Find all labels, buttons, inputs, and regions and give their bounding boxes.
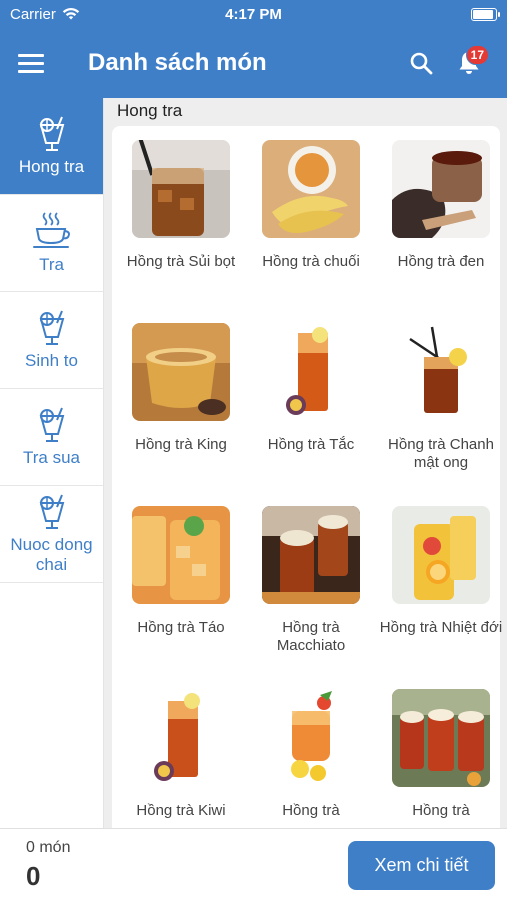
- search-icon: [410, 52, 433, 75]
- category-sidebar: Hong tra Tra Sinh to Tra sua Nuoc dong c…: [0, 98, 104, 828]
- sidebar-item-tra[interactable]: Tra: [0, 195, 103, 292]
- wifi-icon: [62, 8, 80, 20]
- bottom-bar: 0 món 0 Xem chi tiết: [0, 828, 507, 900]
- search-button[interactable]: [401, 43, 441, 83]
- product-image: [132, 689, 230, 787]
- product-item[interactable]: Hồng trà Kiwi: [116, 689, 246, 828]
- page-title: Danh sách món: [88, 49, 267, 76]
- product-item[interactable]: Hồng trà chuối: [246, 140, 376, 323]
- order-count-value: 0: [26, 861, 41, 891]
- product-item[interactable]: Hồng trà đen: [376, 140, 506, 323]
- product-image: [262, 323, 360, 421]
- product-name: Hồng trà: [282, 802, 340, 819]
- sidebar-item-label: Tra sua: [22, 448, 80, 467]
- product-name: Hồng trà Tắc: [267, 436, 355, 453]
- product-name: Hồng trà Táo: [137, 619, 225, 636]
- drink-icon: [39, 310, 64, 345]
- product-grid-card: Hồng trà Sủi bọt Hồng trà chuối Hồng trà…: [112, 126, 502, 828]
- status-left: Carrier: [10, 6, 80, 23]
- hamburger-icon: [18, 53, 44, 57]
- drink-icon: [39, 494, 64, 529]
- product-item[interactable]: Hồng trà Chanh mật ong: [376, 323, 506, 506]
- product-image: [392, 323, 490, 421]
- product-item[interactable]: Hồng trà King: [116, 323, 246, 506]
- product-name: Hồng trà đen: [397, 253, 485, 270]
- product-item[interactable]: Hồng trà: [376, 689, 506, 828]
- carrier-label: Carrier: [10, 5, 56, 23]
- sidebar-item-hong-tra[interactable]: Hong tra: [0, 98, 103, 195]
- product-image: [392, 689, 490, 787]
- product-item[interactable]: Hồng trà Tắc: [246, 323, 376, 506]
- product-image: [392, 140, 490, 238]
- product-image: [132, 506, 230, 604]
- product-grid: Hồng trà Sủi bọt Hồng trà chuối Hồng trà…: [116, 140, 504, 828]
- sidebar-item-label: Sinh to: [25, 351, 78, 370]
- product-name: Hồng trà Macchiato: [276, 619, 346, 654]
- menu-content[interactable]: Hong tra Hồng trà Sủi bọt Hồng trà chuối…: [104, 98, 507, 828]
- product-item[interactable]: Hồng trà Táo: [116, 506, 246, 689]
- product-image: [132, 323, 230, 421]
- product-image: [132, 140, 230, 238]
- status-bar: Carrier 4:17 PM: [0, 0, 507, 28]
- tea-cup-icon: [32, 212, 70, 248]
- drink-icon: [39, 407, 64, 442]
- notifications-button[interactable]: 17: [449, 43, 489, 83]
- product-item[interactable]: Hồng trà Macchiato: [246, 506, 376, 689]
- product-name: Hồng trà Kiwi: [136, 802, 226, 819]
- product-name: Hồng trà chuối: [262, 253, 360, 270]
- sidebar-item-sinh-to[interactable]: Sinh to: [0, 292, 103, 389]
- view-details-button[interactable]: Xem chi tiết: [348, 841, 495, 890]
- status-time: 4:17 PM: [225, 5, 282, 23]
- menu-button[interactable]: [18, 48, 48, 78]
- order-count-label: 0 món: [26, 839, 71, 856]
- product-image: [262, 140, 360, 238]
- product-image: [392, 506, 490, 604]
- drink-icon: [39, 116, 64, 151]
- notification-badge: 17: [465, 45, 489, 65]
- sidebar-item-label: Tra: [39, 255, 64, 274]
- battery-icon: [471, 7, 500, 21]
- sidebar-item-nuoc-dong-chai[interactable]: Nuoc dong chai: [0, 486, 103, 583]
- product-name: Hồng trà Nhiệt đới: [379, 619, 503, 636]
- product-name: Hồng trà King: [135, 436, 227, 453]
- product-item[interactable]: Hồng trà: [246, 689, 376, 828]
- section-title: Hong tra: [104, 98, 507, 124]
- sidebar-item-tra-sua[interactable]: Tra sua: [0, 389, 103, 486]
- sidebar-item-label: Hong tra: [18, 157, 85, 176]
- product-image: [262, 689, 360, 787]
- product-name: Hồng trà Chanh mật ong: [388, 436, 494, 471]
- app-header: Danh sách món 17: [0, 28, 507, 98]
- product-image: [262, 506, 360, 604]
- sidebar-item-label: Nuoc dong chai: [10, 535, 93, 574]
- product-item[interactable]: Hồng trà Nhiệt đới: [376, 506, 506, 689]
- product-item[interactable]: Hồng trà Sủi bọt: [116, 140, 246, 323]
- product-name: Hồng trà Sủi bọt: [126, 253, 236, 270]
- product-name: Hồng trà: [412, 802, 470, 819]
